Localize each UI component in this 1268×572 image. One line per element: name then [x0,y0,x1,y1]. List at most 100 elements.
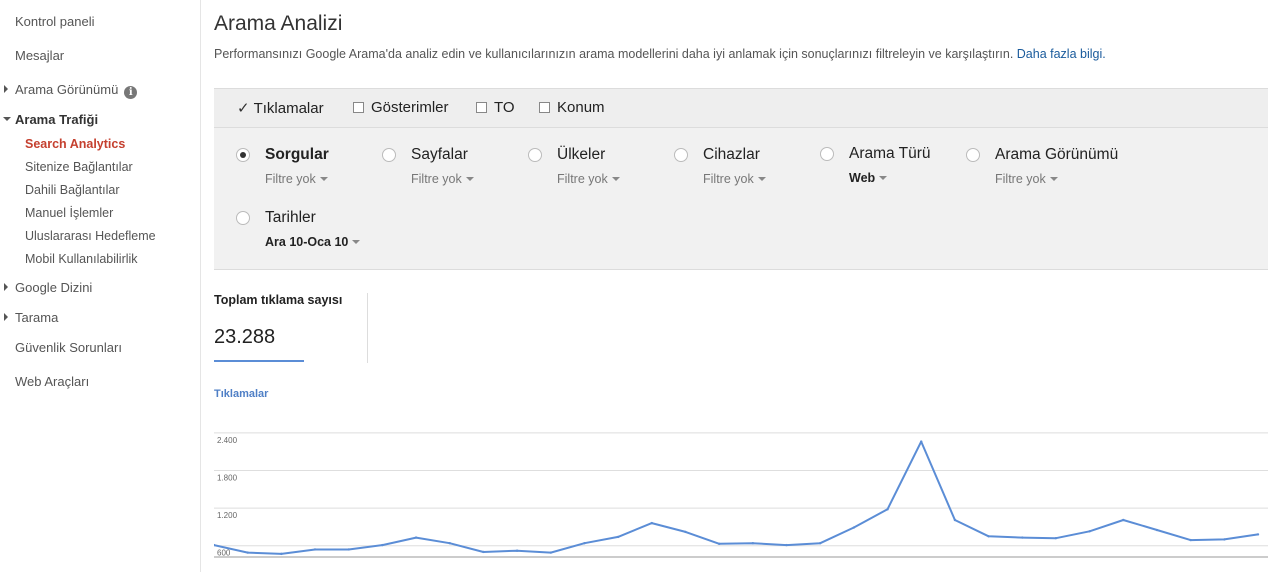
data-point[interactable] [886,508,889,511]
data-point[interactable] [1155,528,1159,532]
sidebar-item-uluslararasi-hedefleme[interactable]: Uluslararası Hedefleme [25,229,156,243]
radio-selected-icon[interactable] [236,148,250,162]
dimension-tarihler[interactable]: Tarihler Ara 10-Oca 10 [236,209,396,253]
sidebar-item-sitenize-baglantilar[interactable]: Sitenize Bağlantılar [25,160,133,174]
data-point[interactable] [616,535,620,539]
chevron-down-icon [611,177,620,181]
dimension-label: Sorgular [265,146,329,163]
checkbox-icon[interactable] [353,102,364,113]
dimension-cihazlar[interactable]: Cihazlar Filtre yok [674,146,814,190]
dimension-arama-gorunumu[interactable]: Arama Görünümü Filtre yok [966,146,1146,190]
data-point[interactable] [953,518,957,522]
chart-series-label: Tıklamalar [214,388,269,400]
chevron-down-icon [879,176,888,180]
chevron-down-icon [757,177,766,181]
data-point[interactable] [1088,530,1091,533]
expand-arrow-icon [4,283,8,291]
sidebar-item-label: Arama Trafiği [15,112,99,127]
data-point[interactable] [785,543,788,547]
page-title: Arama Analizi [214,12,343,35]
data-point[interactable] [1054,536,1058,540]
filter-value: Filtre yok [703,172,754,186]
dimension-filter-dropdown[interactable]: Filtre yok [411,172,474,186]
data-point[interactable] [684,530,687,534]
data-point[interactable] [650,521,654,525]
data-point[interactable] [246,551,249,554]
checkmark-icon: ✓ [237,100,250,117]
radio-icon[interactable] [674,148,688,162]
radio-icon[interactable] [382,148,396,162]
data-point[interactable] [920,440,923,443]
data-point[interactable] [482,550,485,554]
dimension-arama-turu[interactable]: Arama Türü Web [820,145,960,189]
radio-icon[interactable] [820,147,834,161]
sidebar-item-dahili-baglantilar[interactable]: Dahili Bağlantılar [25,183,120,197]
metric-label: TO [494,99,515,116]
data-point[interactable] [280,552,283,556]
data-point[interactable] [381,543,384,547]
sidebar-item-mobil-kullanilabilirlik[interactable]: Mobil Kullanılabilirlik [25,252,138,266]
sidebar-item-google-dizini[interactable]: Google Dizini [4,280,92,295]
chevron-down-icon [319,177,328,181]
data-point[interactable] [448,542,451,545]
metric-konum[interactable]: Konum [539,99,605,116]
data-point[interactable] [1256,533,1260,536]
dimension-filter-dropdown[interactable]: Filtre yok [995,172,1058,186]
sidebar-item-manuel-islemler[interactable]: Manuel İşlemler [25,206,113,220]
dimension-ulkeler[interactable]: Ülkeler Filtre yok [528,146,668,190]
sidebar-item-label: Arama Görünümü [15,82,119,97]
metric-gosterimler[interactable]: Gösterimler [353,99,449,116]
data-point[interactable] [347,548,350,551]
sidebar-item-guvenlik-sorunlari[interactable]: Güvenlik Sorunları [15,340,122,355]
sidebar-item-arama-gorunumu[interactable]: Arama Görünümü i [4,82,138,99]
dimension-filter-dropdown[interactable]: Filtre yok [557,172,620,186]
sidebar-item-arama-trafigi[interactable]: Arama Trafiği [3,112,99,127]
dimension-filter-dropdown[interactable]: Web [849,171,888,185]
data-point[interactable] [583,542,586,545]
checkbox-icon[interactable] [476,102,487,113]
data-point[interactable] [1189,538,1192,542]
sidebar-item-label: Tarama [15,310,59,325]
filter-value: Filtre yok [411,172,462,186]
y-tick-label: 600 [217,549,231,558]
data-point[interactable] [515,549,519,552]
radio-icon[interactable] [236,211,250,225]
metric-label: Gösterimler [371,99,449,116]
data-point[interactable] [987,535,990,538]
dimension-filter-dropdown[interactable]: Filtre yok [265,172,328,186]
filter-value: Filtre yok [265,172,316,186]
data-point[interactable] [414,536,418,539]
sidebar-item-kontrol-paneli[interactable]: Kontrol paneli [15,14,95,29]
sidebar-item-mesajlar[interactable]: Mesajlar [15,48,64,63]
dimension-filter-dropdown[interactable]: Filtre yok [703,172,766,186]
sidebar-item-search-analytics[interactable]: Search Analytics [25,137,125,151]
dimension-filter-dropdown[interactable]: Ara 10-Oca 10 [265,235,361,249]
data-point[interactable] [1021,536,1024,539]
expand-arrow-icon [4,85,8,93]
info-icon[interactable]: i [124,86,138,99]
clicks-line-chart: 600 1.200 1.800 2.400 [214,432,1268,558]
checkbox-icon[interactable] [539,102,550,113]
data-point[interactable] [1122,518,1125,522]
sidebar-item-web-araclari[interactable]: Web Araçları [15,374,89,389]
dimension-label: Arama Görünümü [995,146,1119,163]
sidebar: Kontrol paneli Mesajlar Arama Görünümü i … [0,0,201,572]
dimension-sayfalar[interactable]: Sayfalar Filtre yok [382,146,522,190]
dimension-sorgular[interactable]: Sorgular Filtre yok [236,146,376,190]
collapse-arrow-icon [3,117,11,121]
sidebar-item-tarama[interactable]: Tarama [4,310,59,325]
metric-tiklamalar[interactable]: ✓ Tıklamalar [237,99,324,117]
data-point[interactable] [313,548,317,551]
data-point[interactable] [717,542,721,546]
divider [367,293,368,363]
data-point[interactable] [751,542,755,545]
data-point[interactable] [1223,538,1226,541]
data-point[interactable] [549,551,552,554]
radio-icon[interactable] [528,148,542,162]
learn-more-link[interactable]: Daha fazla bilgi. [1017,47,1106,61]
data-point[interactable] [852,526,856,529]
page-description: Performansınızı Google Arama'da analiz e… [214,47,1106,61]
radio-icon[interactable] [966,148,980,162]
data-point[interactable] [818,542,822,545]
metric-to[interactable]: TO [476,99,515,116]
